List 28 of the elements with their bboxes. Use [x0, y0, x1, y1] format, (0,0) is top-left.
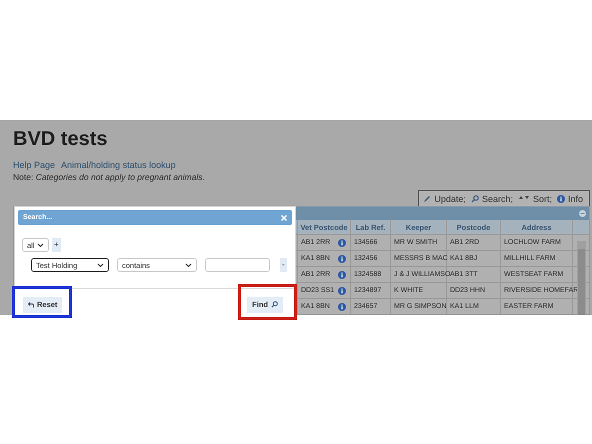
- undo-arrow-icon: [28, 302, 34, 308]
- search-icon: [470, 194, 479, 202]
- scrollbar-thumb[interactable]: [578, 249, 585, 315]
- toolbar-action[interactable]: Update;: [434, 194, 466, 204]
- info-icon: [338, 270, 346, 278]
- value-field[interactable]: [205, 258, 270, 272]
- caret-icon: [97, 262, 104, 268]
- note-text: Note: Categories do not apply to pregnant animals.: [13, 171, 206, 183]
- info-icon: [338, 254, 346, 262]
- page-link[interactable]: Help Page: [13, 160, 56, 171]
- close-icon: [281, 214, 287, 220]
- toolbar-action[interactable]: Sort;: [532, 194, 552, 204]
- toolbar-action[interactable]: Info: [568, 194, 583, 204]
- info-icon: [338, 302, 346, 310]
- scrollbar[interactable]: [577, 241, 586, 315]
- collapse-icon: [579, 210, 586, 217]
- caret-icon: [37, 242, 44, 248]
- toolbar-action[interactable]: Search;: [482, 194, 513, 204]
- info-icon: [556, 194, 565, 202]
- pencil-icon: [423, 194, 432, 202]
- remove-rule-button[interactable]: -: [280, 258, 287, 272]
- page-link[interactable]: Animal/holding status lookup: [61, 160, 176, 171]
- caret-icon: [185, 262, 192, 268]
- info-icon: [338, 286, 346, 294]
- search-icon: [271, 301, 278, 308]
- info-icon: [338, 238, 346, 246]
- add-rule-button[interactable]: +: [52, 238, 61, 252]
- page-title: BVD tests: [13, 127, 108, 151]
